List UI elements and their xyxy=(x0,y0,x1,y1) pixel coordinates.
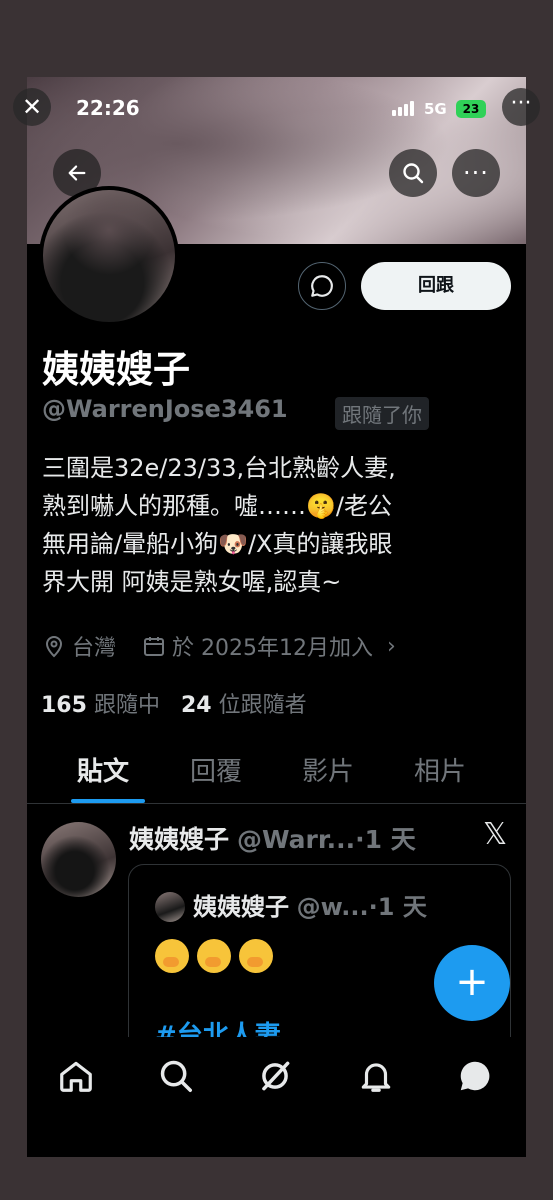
compose-button[interactable]: + xyxy=(434,945,510,1021)
quoted-author-handle: @w... xyxy=(296,893,369,921)
search-button[interactable] xyxy=(389,149,437,197)
profile-bio: 三圍是32e/23/33,台北熟齡人妻, 熟到嚇人的那種。噓……🤫/老公 無用論… xyxy=(42,449,517,601)
emoji-row xyxy=(155,939,273,973)
home-icon xyxy=(60,1061,92,1092)
bio-line: 三圍是32e/23/33,台北熟齡人妻, xyxy=(42,454,396,482)
tab-posts[interactable]: 貼文 xyxy=(77,751,129,788)
profile-avatar[interactable] xyxy=(39,186,179,326)
quoted-post-header: 姨姨嫂子 @w...·1 天 xyxy=(193,887,427,922)
nav-notifications[interactable] xyxy=(357,1057,397,1097)
profile-tabs: 貼文 回覆 影片 相片 xyxy=(27,737,526,804)
tab-replies[interactable]: 回覆 xyxy=(190,751,242,788)
bio-line: 無用論/暈船小狗🐶/X真的讓我眼 xyxy=(42,530,393,558)
search-icon xyxy=(403,163,424,184)
follows-you-badge: 跟隨了你 xyxy=(335,397,429,430)
chevron-right-icon[interactable]: › xyxy=(387,634,396,659)
bottom-nav xyxy=(27,1037,526,1157)
hand-over-mouth-emoji-icon xyxy=(155,939,189,973)
joined-date: 於 2025年12月加入 xyxy=(172,636,373,661)
active-tab-indicator xyxy=(71,799,145,803)
bell-icon xyxy=(361,1063,391,1092)
quoted-author-avatar xyxy=(155,892,185,922)
chat-icon xyxy=(460,1061,490,1091)
profile-meta: 台灣 於 2025年12月加入 › xyxy=(42,630,396,662)
quoted-author-name: 姨姨嫂子 xyxy=(193,893,289,921)
tab-photos[interactable]: 相片 xyxy=(414,751,466,788)
profile-name: 姨姨嫂子 xyxy=(42,348,190,391)
grok-icon xyxy=(262,1061,290,1091)
tab-videos[interactable]: 影片 xyxy=(302,751,354,788)
calendar-icon xyxy=(144,637,165,656)
status-time: 22:26 xyxy=(76,96,140,120)
search-icon xyxy=(160,1060,192,1092)
followers-link[interactable]: 24 位跟隨者 xyxy=(181,693,307,718)
location-text: 台灣 xyxy=(72,636,117,661)
hand-over-mouth-emoji-icon xyxy=(239,939,273,973)
post-time: ·1 天 xyxy=(355,825,416,854)
bio-line: 界大開 阿姨是熟女喔,認真~ xyxy=(42,568,342,596)
signal-icon xyxy=(392,100,414,116)
quoted-post-time: ·1 天 xyxy=(368,893,427,921)
nav-search[interactable] xyxy=(157,1057,197,1097)
message-button[interactable] xyxy=(298,262,346,310)
hand-over-mouth-emoji-icon xyxy=(197,939,231,973)
nav-home[interactable] xyxy=(57,1057,97,1097)
follow-stats: 165 跟隨中 24 位跟隨者 xyxy=(41,687,307,719)
plus-icon: + xyxy=(455,959,489,1005)
nav-messages[interactable] xyxy=(456,1057,496,1097)
post-header: 姨姨嫂子 @Warr...·1 天 xyxy=(129,820,416,856)
post-author-handle[interactable]: @Warr... xyxy=(237,825,355,854)
post-author-name[interactable]: 姨姨嫂子 xyxy=(129,825,229,854)
profile-handle: @WarrenJose3461 xyxy=(42,395,288,423)
more-options-button[interactable]: ··· xyxy=(452,149,500,197)
follow-back-button[interactable]: 回跟 xyxy=(361,262,511,310)
nav-grok[interactable] xyxy=(256,1057,296,1097)
more-icon[interactable]: ··· xyxy=(502,88,540,126)
more-icon: ··· xyxy=(463,159,489,187)
bio-line: 熟到嚇人的那種。噓……🤫/老公 xyxy=(42,492,392,520)
message-icon xyxy=(311,275,333,297)
location-icon xyxy=(45,636,63,658)
following-link[interactable]: 165 跟隨中 xyxy=(41,693,160,718)
battery-indicator: 23 xyxy=(456,100,486,118)
post-author-avatar[interactable] xyxy=(41,822,116,897)
back-arrow-icon xyxy=(68,165,86,181)
network-label: 5G xyxy=(424,100,447,118)
app-frame: ··· 回跟 姨姨嫂子 @WarrenJose3461 跟隨了你 三圍是32e/… xyxy=(27,77,526,1157)
x-logo-icon: 𝕏 xyxy=(483,817,508,852)
close-icon[interactable]: ✕ xyxy=(13,88,51,126)
